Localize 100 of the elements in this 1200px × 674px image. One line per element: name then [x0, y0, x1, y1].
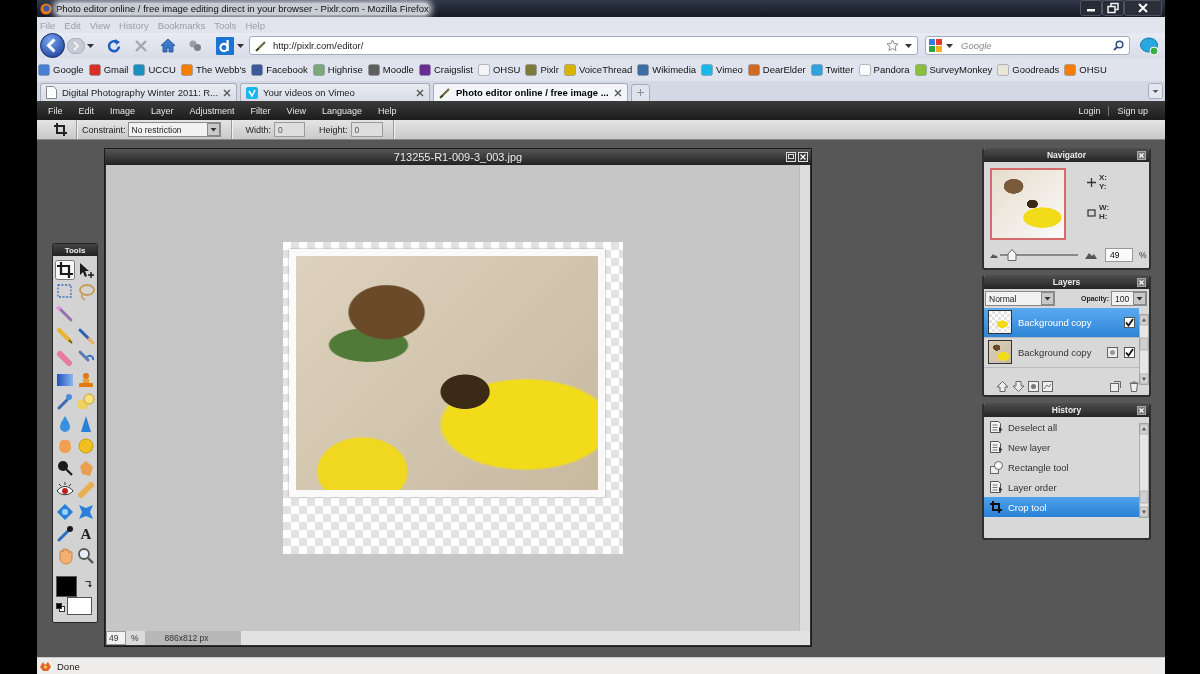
addon-tile-icon[interactable] [216, 36, 234, 55]
mountain-large-icon[interactable] [1085, 251, 1097, 259]
layer-row[interactable]: Background copy [984, 337, 1139, 368]
layer-mask-icon[interactable] [1107, 346, 1118, 358]
width-field[interactable]: 0 [274, 122, 306, 137]
bookmark-link[interactable]: Pandora [858, 63, 910, 76]
browser-tab[interactable]: Photo editor online / free image ... [433, 83, 628, 101]
caret-icon[interactable] [905, 43, 912, 48]
navigator-thumbnail[interactable] [990, 168, 1066, 240]
zoom-field[interactable]: 49 [1105, 248, 1133, 262]
menu-item[interactable]: Edit [78, 105, 95, 116]
arrow-down-icon[interactable] [1012, 381, 1025, 393]
constraint-dropdown[interactable]: No restriction [127, 122, 221, 137]
close-icon[interactable] [614, 88, 622, 97]
trash-icon[interactable] [1129, 381, 1139, 393]
bookmark-link[interactable]: VoiceThread [563, 63, 633, 76]
bookmark-link[interactable]: Vimeo [701, 63, 743, 76]
reset-colors-icon[interactable] [56, 603, 65, 612]
visibility-checkbox[interactable] [1124, 316, 1135, 328]
slider-thumb[interactable] [1006, 249, 1017, 261]
back-icon[interactable] [40, 33, 65, 58]
undo-step[interactable]: Layer order [984, 477, 1139, 497]
star-icon[interactable] [76, 502, 96, 522]
bookmark-link[interactable]: Facebook [251, 63, 308, 76]
circles-icon[interactable] [188, 38, 202, 53]
reload-icon[interactable] [106, 37, 122, 54]
home-icon[interactable] [160, 38, 176, 53]
bookmark-link[interactable]: Wikimedia [637, 63, 697, 76]
bookmark-link[interactable]: Twitter [810, 63, 854, 76]
bookmark-link[interactable]: DearElder [747, 63, 806, 76]
bookmark-link[interactable]: SurveyMonkey [914, 63, 993, 76]
bookmark-link[interactable]: Highrise [312, 63, 363, 76]
menu-item[interactable]: Filter [250, 105, 271, 116]
color-swatch[interactable] [56, 576, 77, 597]
scrollbar[interactable] [1139, 313, 1149, 385]
zoom-field[interactable]: 49 [106, 631, 126, 645]
caret-icon[interactable] [206, 123, 220, 136]
menu-item[interactable]: Help [378, 105, 397, 116]
type-tool[interactable]: A [76, 524, 96, 544]
bookmark-link[interactable]: OHSU [477, 63, 521, 76]
star-icon[interactable] [886, 39, 899, 52]
undo-step[interactable]: Rectangle tool [984, 457, 1139, 477]
minimize-icon[interactable] [1080, 0, 1102, 16]
maximize-icon[interactable] [786, 152, 796, 162]
swap-arrow-icon[interactable] [84, 579, 93, 588]
browser-tab[interactable]: Your videos on Vimeo [240, 83, 430, 101]
opacity-dropdown[interactable]: 100 [1111, 291, 1147, 307]
close-icon[interactable] [1137, 277, 1146, 287]
eyedropper-icon[interactable] [55, 524, 75, 544]
caret-icon[interactable] [1041, 292, 1054, 306]
account-link[interactable]: Sign up [1117, 105, 1148, 116]
search-field[interactable]: Google [925, 36, 1130, 55]
magnifier-icon[interactable] [76, 546, 96, 566]
cloud-icon[interactable] [1139, 35, 1159, 56]
bookmark-link[interactable]: Craigslist [418, 63, 473, 76]
menu-item[interactable]: Adjustment [189, 105, 235, 116]
restore-icon[interactable] [1102, 0, 1124, 16]
layer-style-icon[interactable] [1042, 381, 1053, 393]
search-icon[interactable] [1113, 40, 1124, 51]
close-icon[interactable] [223, 88, 232, 97]
bookmark-link[interactable]: Goodreads [997, 63, 1060, 76]
caret-icon[interactable] [87, 43, 94, 48]
height-field[interactable]: 0 [350, 122, 383, 137]
menu-item[interactable]: File [48, 105, 63, 116]
close-icon[interactable] [416, 88, 424, 97]
menu-item[interactable]: View [286, 105, 306, 116]
caret-icon[interactable] [1133, 292, 1146, 306]
crop-icon[interactable] [55, 260, 75, 280]
visibility-checkbox[interactable] [1124, 346, 1135, 358]
menu-item[interactable]: Layer [151, 105, 174, 116]
account-link[interactable]: Login [1078, 105, 1101, 116]
arrow-up-icon[interactable] [996, 381, 1009, 393]
color-swatch[interactable] [67, 597, 92, 615]
menu-item[interactable]: Image [110, 105, 136, 116]
brush-dot-icon[interactable] [55, 392, 75, 412]
bookmark-link[interactable]: The Webb's [180, 63, 247, 76]
bookmark-link[interactable]: Moodle [367, 63, 414, 76]
lollipop-icon[interactable] [55, 458, 75, 478]
scrollbar[interactable] [240, 631, 810, 645]
bookmark-link[interactable]: UCCU [133, 63, 176, 76]
undo-step[interactable]: Deselect all [984, 417, 1139, 437]
bookmark-link[interactable]: Gmail [88, 63, 129, 76]
caret-icon[interactable] [237, 43, 244, 48]
bookmark-link[interactable]: Google [38, 63, 84, 76]
bookmark-link[interactable]: Pixlr [525, 63, 559, 76]
caret-icon[interactable] [946, 43, 953, 48]
scrollbar[interactable] [1139, 423, 1149, 518]
close-icon[interactable] [1137, 405, 1146, 415]
scrollbar[interactable] [799, 165, 810, 631]
undo-step[interactable]: New layer [984, 437, 1139, 457]
layer-mask-icon[interactable] [1028, 381, 1039, 393]
mountain-small-icon[interactable] [990, 252, 998, 258]
close-icon[interactable] [1137, 150, 1146, 160]
close-icon[interactable] [1124, 0, 1162, 16]
blend-mode-dropdown[interactable]: Normal [985, 291, 1055, 307]
wand-icon[interactable] [55, 304, 75, 324]
menu-item[interactable]: Language [321, 105, 362, 116]
browser-tab[interactable]: Digital Photography Winter 2011: R... [40, 83, 237, 101]
address-field[interactable]: http://pixlr.com/editor/ [249, 36, 918, 55]
bookmark-link[interactable]: OHSU [1064, 63, 1107, 76]
